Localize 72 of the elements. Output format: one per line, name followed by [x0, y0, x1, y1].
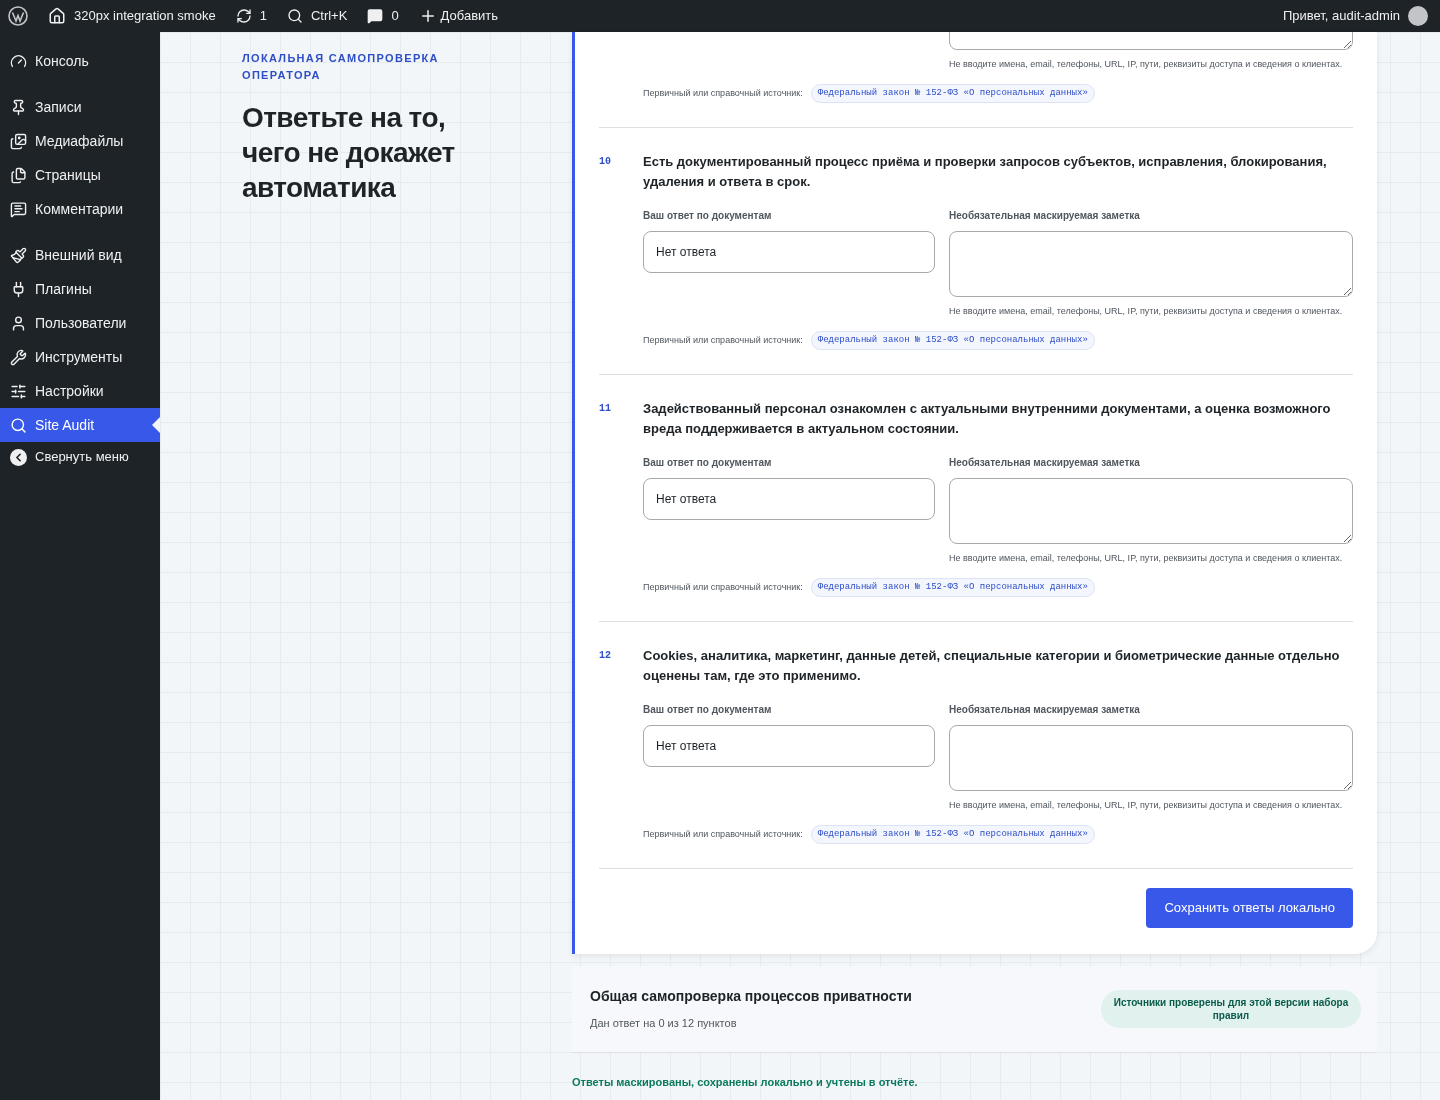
sidebar-item[interactable]: Записи: [0, 90, 160, 124]
privacy-hint: Не вводите имена, email, телефоны, URL, IP, пути, реквизиты доступа и сведения о клиентах.: [949, 305, 1344, 318]
user-icon: [10, 314, 27, 332]
source-tag[interactable]: Федеральный закон № 152-ФЗ «О персональных данных»: [810, 83, 1095, 103]
save-button[interactable]: Сохранить ответы локально: [1146, 888, 1353, 928]
note-textarea[interactable]: [949, 231, 1353, 297]
paintbrush-icon: [10, 246, 27, 264]
source-tag[interactable]: Федеральный закон № 152-ФЗ «О персональных данных»: [810, 824, 1095, 844]
summary-title: Общая самопроверка процессов приватности: [590, 987, 912, 1006]
refresh-icon: [235, 8, 252, 24]
source-label: Первичный или справочный источник:: [643, 580, 803, 594]
gauge-icon: [10, 52, 27, 70]
pages-icon: [10, 166, 27, 184]
sidebar-item[interactable]: Site Audit: [0, 408, 160, 442]
answer-label: Ваш ответ по документам: [643, 209, 773, 223]
note-label: Необязательная маскируемая заметка: [949, 209, 1141, 223]
collapse-menu-button[interactable]: Свернуть меню: [0, 442, 160, 472]
answer-select[interactable]: Нет ответа: [643, 478, 935, 520]
comments-link[interactable]: 0: [367, 6, 399, 26]
site-name-link[interactable]: 320px integration smoke: [48, 6, 216, 26]
question-text: Есть документированный процесс приёма и проверки запросов субъектов, исправления, блокирования, удаления и ответа в срок.: [643, 153, 1328, 191]
note-textarea[interactable]: [949, 478, 1353, 544]
sidebar-item[interactable]: Медиафайлы: [0, 124, 160, 158]
account-link[interactable]: Привет, audit-admin: [1282, 6, 1432, 26]
sidebar-item[interactable]: Комментарии: [0, 192, 160, 226]
pin-icon: [10, 98, 27, 116]
home-icon: [48, 7, 66, 25]
source-label: Первичный или справочный источник:: [643, 333, 803, 347]
sidebar-item[interactable]: Пользователи: [0, 306, 160, 340]
page-heading: Ответьте на то, чего не докажет автоматика: [242, 101, 456, 205]
sidebar-item[interactable]: Настройки: [0, 374, 160, 408]
answer-label: Ваш ответ по документам: [643, 456, 773, 470]
source-label: Первичный или справочный источник:: [643, 827, 803, 841]
add-new-link[interactable]: Добавить: [418, 6, 499, 26]
question-text: Cookies, аналитика, маркетинг, данные детей, специальные категории и биометрические данные отдельно оценены там, где это применимо.: [643, 647, 1341, 685]
privacy-hint: Не вводите имена, email, телефоны, URL, IP, пути, реквизиты доступа и сведения о клиентах.: [949, 58, 1344, 71]
source-label: Первичный или справочный источник:: [643, 86, 803, 100]
answer-label: Ваш ответ по документам: [643, 703, 773, 717]
updates-link[interactable]: 1: [235, 6, 267, 26]
summary-subtitle: Дан ответ на 0 из 12 пунктов: [590, 1016, 738, 1031]
question-number: 10: [599, 155, 612, 169]
collapse-icon: [10, 448, 27, 466]
search-icon: [286, 8, 303, 24]
comment-icon: [367, 8, 384, 24]
note-label: Необязательная маскируемая заметка: [949, 703, 1141, 717]
status-badge: Источники проверены для этой версии набора правил: [1101, 989, 1361, 1028]
search-icon: [10, 416, 27, 434]
source-tag[interactable]: Федеральный закон № 152-ФЗ «О персональных данных»: [810, 577, 1095, 597]
sidebar-item[interactable]: Консоль: [0, 44, 160, 78]
wrench-icon: [10, 348, 27, 366]
answer-select[interactable]: Нет ответа: [643, 725, 935, 767]
sidebar-item[interactable]: Инструменты: [0, 340, 160, 374]
question-text: Задействованный персонал ознакомлен с актуальными внутренними документами, а оценка возможного вреда поддерживается в актуальном состоянии.: [643, 400, 1332, 438]
privacy-hint: Не вводите имена, email, телефоны, URL, IP, пути, реквизиты доступа и сведения о клиентах.: [949, 799, 1344, 812]
answer-select[interactable]: Нет ответа: [643, 231, 935, 273]
source-tag[interactable]: Федеральный закон № 152-ФЗ «О персональных данных»: [810, 330, 1095, 350]
saved-notice: Ответы маскированы, сохранены локально и учтены в отчёте.: [572, 1074, 919, 1090]
search-link[interactable]: Ctrl+K: [286, 6, 348, 26]
images-icon: [10, 132, 27, 150]
privacy-hint: Не вводите имена, email, телефоны, URL, IP, пути, реквизиты доступа и сведения о клиентах.: [949, 552, 1344, 565]
avatar: [1408, 6, 1428, 26]
eyebrow-label: ЛОКАЛЬНАЯ САМОПРОВЕРКА ОПЕРАТОРА: [242, 51, 440, 83]
sidebar-item[interactable]: Внешний вид: [0, 238, 160, 272]
wordpress-logo-icon[interactable]: [8, 6, 28, 26]
note-label: Необязательная маскируемая заметка: [949, 456, 1141, 470]
sidebar-item[interactable]: Страницы: [0, 158, 160, 192]
comment-icon: [10, 200, 27, 218]
sliders-icon: [10, 382, 27, 400]
question-number: 11: [599, 402, 612, 416]
sidebar-item[interactable]: Плагины: [0, 272, 160, 306]
note-textarea[interactable]: [949, 725, 1353, 791]
question-number: 12: [599, 649, 612, 663]
